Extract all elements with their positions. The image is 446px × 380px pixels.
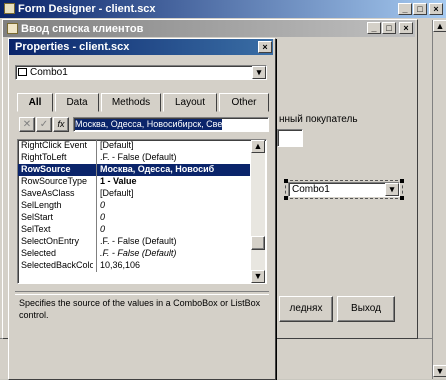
property-value: .F. - False (Default) — [100, 152, 177, 162]
object-selector-value: Combo1 — [30, 67, 68, 78]
object-selector-dropdown-button[interactable]: ▾ — [252, 66, 266, 79]
property-value: 1 - Value — [100, 176, 137, 186]
property-name: SelText — [21, 224, 51, 234]
form-designer-titlebar[interactable]: Form Designer - client.scx — [0, 0, 446, 18]
property-value: 0 — [100, 212, 106, 222]
combo1-handle-tr[interactable] — [400, 179, 404, 183]
property-value: 0 — [100, 224, 106, 234]
property-name: SelectOnEntry — [21, 236, 80, 246]
last-record-button-label: леднях — [289, 303, 323, 314]
property-name: RightClick Event — [21, 140, 88, 150]
property-value-text: Москва, Одесса, Новосибирск, Све — [75, 119, 223, 130]
property-name: SaveAsClass — [21, 188, 75, 198]
form-maximize-button[interactable]: □ — [382, 22, 396, 34]
property-value: [Default] — [100, 188, 134, 198]
property-row[interactable]: RowSourceType 1 - Value — [18, 176, 250, 188]
grid-scroll-up-button[interactable]: ▲ — [251, 140, 265, 153]
property-description-divider — [15, 291, 269, 295]
property-name: RowSourceType — [21, 176, 88, 186]
designer-scroll-down-button[interactable]: ▼ — [433, 365, 446, 377]
property-grid: RightClick Event [Default] RightToLeft .F.… — [17, 139, 267, 284]
combo1-handle-br[interactable] — [400, 196, 404, 200]
combo1-handle-tl[interactable] — [284, 179, 288, 183]
designer-vertical-scrollbar[interactable]: ▲ ▼ — [432, 20, 446, 379]
property-name: RowSource — [21, 164, 71, 174]
designer-close-button[interactable]: × — [429, 3, 443, 15]
form-title: Ввод списка клиентов — [21, 22, 144, 35]
form-titlebar[interactable]: Ввод списка клиентов — [3, 20, 415, 37]
property-grid-scrollbar[interactable]: ▲ ▼ — [251, 140, 265, 283]
property-row[interactable]: SelLength 0 — [18, 200, 250, 212]
tab-data-label: Data — [66, 97, 88, 108]
combo1-value: Combo1 — [292, 184, 330, 195]
tab-other-label: Other — [231, 97, 257, 108]
tab-methods[interactable]: Methods — [101, 93, 161, 112]
tab-layout-label: Layout — [174, 97, 206, 108]
cancel-edit-button[interactable]: ✕ — [19, 117, 35, 132]
property-name: Selected — [21, 248, 57, 258]
combo1-control[interactable]: Combo1 ▾ — [284, 179, 404, 200]
property-name: SelStart — [21, 212, 54, 222]
tab-all[interactable]: All — [17, 93, 53, 112]
property-value: .F. - False (Default) — [100, 248, 177, 258]
properties-close-button[interactable]: × — [258, 41, 272, 53]
designer-minimize-button[interactable]: _ — [398, 3, 412, 15]
property-value: Москва, Одесса, Новосиб — [100, 164, 215, 174]
edit-toolbar: ✕ ✓ fx Москва, Одесса, Новосибирск, Све — [19, 117, 269, 133]
customer-label: нный покупатель — [279, 114, 358, 125]
property-name: SelLength — [21, 200, 62, 210]
tab-data[interactable]: Data — [55, 93, 99, 112]
property-row[interactable]: SelStart 0 — [18, 212, 250, 224]
properties-titlebar[interactable]: Properties - client.scx — [9, 39, 273, 55]
customer-textbox[interactable] — [277, 129, 303, 147]
tab-layout[interactable]: Layout — [163, 93, 217, 112]
property-grid-rows: RightClick Event [Default] RightToLeft .F.… — [18, 140, 250, 283]
property-value: .F. - False (Default) — [100, 236, 177, 246]
designer-maximize-button[interactable]: □ — [413, 3, 427, 15]
exit-button-label: Выход — [351, 303, 381, 314]
property-name: SelectedBackColor — [21, 260, 93, 270]
property-row-selected[interactable]: RowSource Москва, Одесса, Новосиб — [18, 164, 250, 176]
designer-scroll-up-button[interactable]: ▲ — [433, 20, 446, 32]
tab-other[interactable]: Other — [219, 93, 269, 112]
object-selector[interactable]: Combo1 ▾ — [15, 65, 267, 80]
property-value: [Default] — [100, 140, 134, 150]
property-row[interactable]: SaveAsClass [Default] — [18, 188, 250, 200]
properties-window: Properties - client.scx × Combo1 ▾ All D… — [8, 38, 276, 380]
tab-methods-label: Methods — [111, 97, 151, 108]
property-row[interactable]: SelectedBackColor 10,36,106 — [18, 260, 250, 272]
property-name: RightToLeft — [21, 152, 67, 162]
tab-all-label: All — [28, 97, 42, 108]
exit-button[interactable]: Выход — [337, 296, 395, 322]
property-row[interactable]: SelectOnEntry .F. - False (Default) — [18, 236, 250, 248]
form-close-button[interactable]: × — [399, 22, 413, 34]
object-selector-icon — [18, 68, 27, 76]
combo1-handle-bl[interactable] — [284, 196, 288, 200]
form-minimize-button[interactable]: _ — [367, 22, 381, 34]
property-description: Specifies the source of the values in a … — [19, 298, 261, 320]
form-designer-title: Form Designer - client.scx — [18, 3, 156, 15]
last-record-button[interactable]: леднях — [279, 296, 333, 322]
grid-scroll-thumb[interactable] — [251, 236, 265, 250]
accept-edit-button[interactable]: ✓ — [36, 117, 52, 132]
property-value: 10,36,106 — [100, 260, 141, 270]
property-row[interactable]: SelText 0 — [18, 224, 250, 236]
property-value: 0 — [100, 200, 106, 210]
combo1-dropdown-button[interactable]: ▾ — [385, 183, 399, 196]
property-value-input[interactable]: Москва, Одесса, Новосибирск, Све — [73, 117, 269, 132]
property-row[interactable]: RightToLeft .F. - False (Default) — [18, 152, 250, 164]
property-row[interactable]: Selected .F. - False (Default) — [18, 248, 250, 260]
properties-title: Properties - client.scx — [15, 41, 130, 53]
form-icon — [7, 23, 18, 34]
function-button[interactable]: fx — [53, 117, 69, 132]
property-row[interactable]: RightClick Event [Default] — [18, 140, 250, 152]
form-designer-icon — [4, 3, 15, 14]
grid-scroll-down-button[interactable]: ▼ — [251, 270, 265, 283]
